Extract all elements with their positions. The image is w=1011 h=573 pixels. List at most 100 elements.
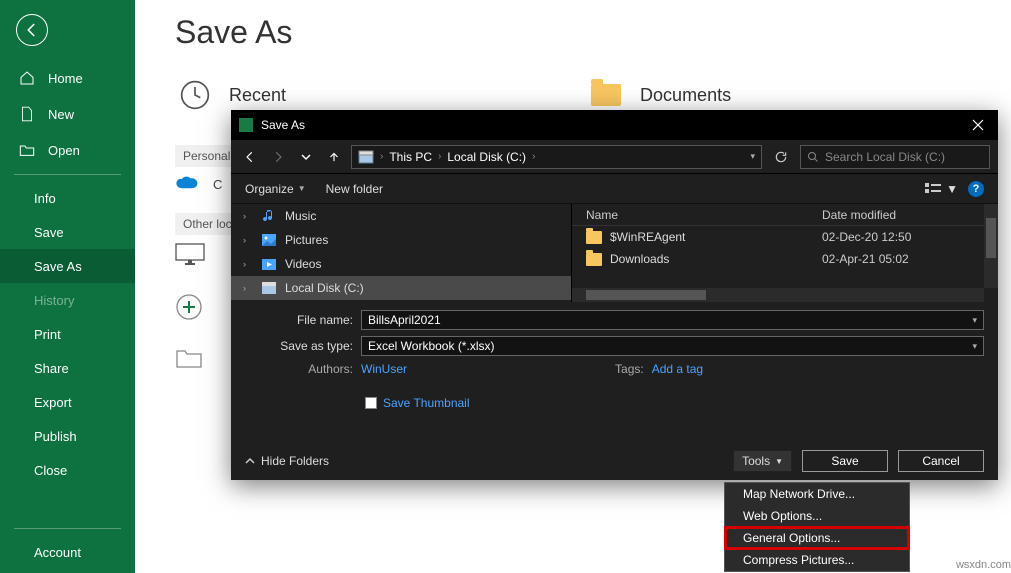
- excel-logo-icon: [239, 118, 253, 132]
- dialog-title: Save As: [261, 118, 958, 132]
- save-thumbnail-label: Save Thumbnail: [383, 396, 470, 410]
- save-as-dialog: Save As › This PC › Local Disk (C:) › ▾ …: [231, 110, 998, 480]
- browse-folder-icon: [175, 347, 203, 369]
- chevron-right-icon: ›: [243, 235, 253, 245]
- nav-recent-button[interactable]: [295, 146, 317, 168]
- onedrive-icon: [175, 175, 203, 193]
- dialog-fields: File name: BillsApril2021▾ Save as type:…: [231, 302, 998, 414]
- scrollbar-thumb[interactable]: [986, 218, 996, 258]
- vertical-scrollbar[interactable]: [984, 204, 998, 288]
- folder-tree[interactable]: › Music › Pictures › Videos › Local Disk…: [231, 204, 571, 302]
- back-button[interactable]: [16, 14, 48, 46]
- search-icon: [807, 151, 819, 163]
- filetype-select[interactable]: Excel Workbook (*.xlsx)▾: [361, 336, 984, 356]
- save-button[interactable]: Save: [802, 450, 888, 472]
- sidebar-divider: [14, 174, 121, 175]
- view-options-button[interactable]: ▼: [925, 182, 958, 196]
- nav-export[interactable]: Export: [0, 385, 135, 419]
- search-input[interactable]: Search Local Disk (C:): [800, 145, 990, 169]
- nav-share[interactable]: Share: [0, 351, 135, 385]
- nav-forward-button: [267, 146, 289, 168]
- filetype-label: Save as type:: [245, 339, 353, 353]
- close-button[interactable]: [958, 110, 998, 140]
- chevron-down-icon[interactable]: ▾: [972, 341, 977, 352]
- tree-item-pictures[interactable]: › Pictures: [231, 228, 571, 252]
- videos-icon: [261, 256, 277, 272]
- filename-input[interactable]: BillsApril2021▾: [361, 310, 984, 330]
- sidebar-divider-bottom: [14, 528, 121, 529]
- backstage-sidebar: Home New Open Info Save Save As History …: [0, 0, 135, 573]
- menu-general-options[interactable]: General Options...: [725, 527, 909, 549]
- drive-icon: [261, 280, 277, 296]
- clock-icon: [175, 75, 215, 115]
- other-locations-header: Other loc: [175, 213, 240, 235]
- caret-down-icon: ▼: [946, 182, 958, 196]
- column-headers[interactable]: Name Date modified: [572, 204, 998, 226]
- tree-item-local-disk[interactable]: › Local Disk (C:): [231, 276, 571, 300]
- chevron-down-icon[interactable]: ▾: [972, 315, 977, 326]
- save-thumbnail-checkbox[interactable]: [365, 397, 377, 409]
- file-row[interactable]: Downloads 02-Apr-21 05:02: [572, 248, 998, 270]
- header-modified[interactable]: Date modified: [822, 208, 998, 222]
- dialog-titlebar: Save As: [231, 110, 998, 140]
- tree-item-music[interactable]: › Music: [231, 204, 571, 228]
- nav-info[interactable]: Info: [0, 181, 135, 215]
- page-title: Save As: [175, 14, 1011, 51]
- dialog-toolbar: Organize▼ New folder ▼ ?: [231, 174, 998, 204]
- chevron-up-icon: [245, 456, 255, 466]
- help-button[interactable]: ?: [968, 181, 984, 197]
- filename-label: File name:: [245, 313, 353, 327]
- menu-map-network-drive[interactable]: Map Network Drive...: [725, 483, 909, 505]
- open-folder-icon: [18, 141, 36, 159]
- pictures-icon: [261, 232, 277, 248]
- menu-compress-pictures[interactable]: Compress Pictures...: [725, 549, 909, 571]
- nav-open-label: Open: [48, 143, 80, 158]
- nav-back-button[interactable]: [239, 146, 261, 168]
- refresh-button[interactable]: [768, 145, 794, 169]
- chevron-down-icon[interactable]: ▾: [750, 151, 755, 162]
- file-list[interactable]: Name Date modified $WinREAgent 02-Dec-20…: [572, 204, 998, 302]
- file-row[interactable]: $WinREAgent 02-Dec-20 12:50: [572, 226, 998, 248]
- nav-close[interactable]: Close: [0, 453, 135, 487]
- search-placeholder: Search Local Disk (C:): [825, 150, 945, 164]
- nav-publish[interactable]: Publish: [0, 419, 135, 453]
- hide-folders-button[interactable]: Hide Folders: [245, 454, 329, 468]
- nav-up-button[interactable]: [323, 146, 345, 168]
- add-place-icon: [175, 293, 203, 321]
- new-folder-button[interactable]: New folder: [326, 182, 383, 196]
- chevron-right-icon: ›: [243, 259, 253, 269]
- tags-value[interactable]: Add a tag: [652, 362, 703, 376]
- breadcrumb-drive[interactable]: Local Disk (C:): [447, 150, 526, 164]
- tags-label: Tags:: [615, 362, 644, 376]
- documents-section[interactable]: Documents: [586, 75, 731, 115]
- nav-save[interactable]: Save: [0, 215, 135, 249]
- nav-open[interactable]: Open: [0, 132, 135, 168]
- nav-new-label: New: [48, 107, 74, 122]
- tools-button[interactable]: Tools▼: [733, 450, 792, 472]
- nav-account[interactable]: Account: [0, 535, 135, 569]
- authors-value[interactable]: WinUser: [361, 362, 407, 376]
- caret-down-icon: ▼: [775, 457, 783, 466]
- header-name[interactable]: Name: [572, 208, 822, 222]
- scrollbar-thumb[interactable]: [586, 290, 706, 300]
- caret-down-icon: ▼: [298, 184, 306, 193]
- documents-label: Documents: [640, 85, 731, 106]
- menu-web-options[interactable]: Web Options...: [725, 505, 909, 527]
- address-bar[interactable]: › This PC › Local Disk (C:) › ▾: [351, 145, 762, 169]
- nav-home[interactable]: Home: [0, 60, 135, 96]
- nav-new[interactable]: New: [0, 96, 135, 132]
- breadcrumb-this-pc[interactable]: This PC: [389, 150, 432, 164]
- tree-item-videos[interactable]: › Videos: [231, 252, 571, 276]
- file-browser: › Music › Pictures › Videos › Local Disk…: [231, 204, 998, 302]
- organize-button[interactable]: Organize▼: [245, 182, 306, 196]
- horizontal-scrollbar[interactable]: [572, 288, 984, 302]
- music-icon: [261, 208, 277, 224]
- nav-print[interactable]: Print: [0, 317, 135, 351]
- nav-save-as[interactable]: Save As: [0, 249, 135, 283]
- chevron-right-icon: ›: [532, 151, 535, 162]
- watermark: wsxdn.com: [956, 559, 1011, 571]
- new-file-icon: [18, 105, 36, 123]
- cancel-button[interactable]: Cancel: [898, 450, 984, 472]
- recent-section[interactable]: Recent: [175, 75, 286, 115]
- folder-icon: [586, 75, 626, 115]
